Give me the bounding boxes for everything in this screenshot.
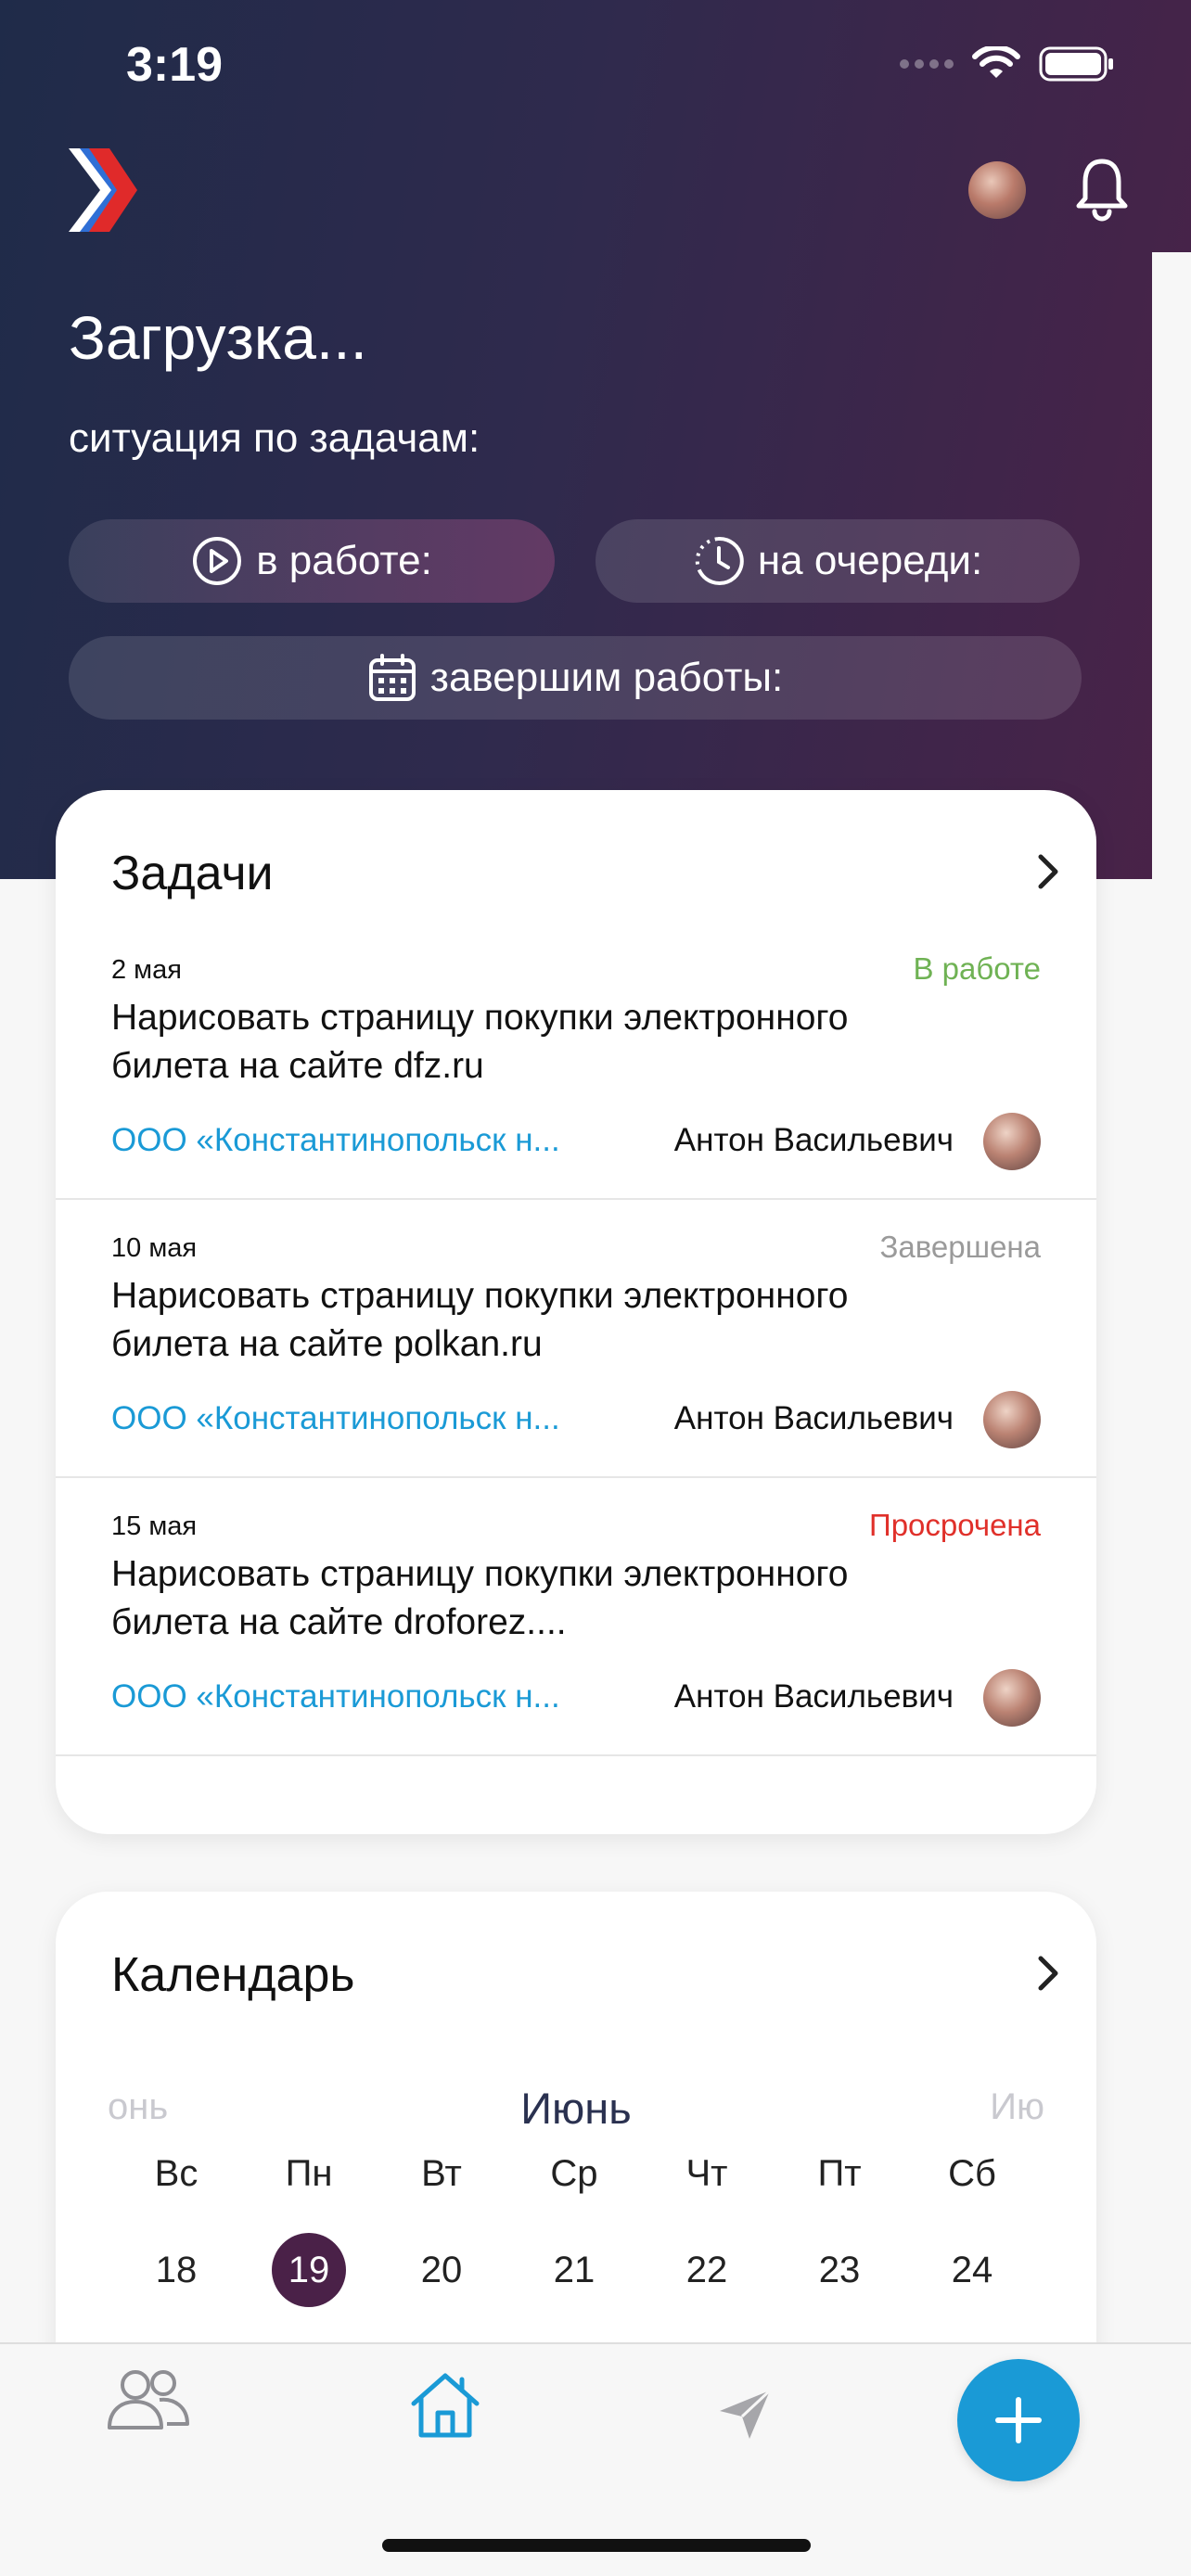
add-button[interactable] (957, 2359, 1080, 2481)
people-icon[interactable] (106, 2368, 191, 2431)
task-date: 10 мая (111, 1233, 198, 1263)
calendar-month-next[interactable]: Ию (990, 2086, 1044, 2128)
status-icons (900, 46, 1115, 82)
clock-icon (695, 536, 744, 585)
tasks-card: Задачи 2 мая В работе Нарисовать страниц… (56, 790, 1096, 1834)
hero-edge (1152, 252, 1191, 879)
weekday-label: Сб (948, 2153, 996, 2194)
page-title: Загрузка... (69, 303, 367, 372)
play-circle-icon (193, 537, 242, 585)
page-subtitle: ситуация по задачам: (69, 415, 480, 461)
calendar-day[interactable]: 21 (528, 2233, 621, 2307)
task-company-link[interactable]: ООО «Константинопольск н... (111, 1400, 612, 1437)
chevron-right-icon[interactable] (1035, 851, 1061, 892)
calendar-day-selected[interactable]: 19 (263, 2233, 355, 2307)
bell-icon[interactable] (1074, 156, 1130, 223)
task-date: 2 мая (111, 955, 182, 985)
weekday-label: Ср (550, 2153, 598, 2194)
in-queue-pill[interactable]: на очереди: (596, 519, 1080, 603)
task-item[interactable]: 10 мая Завершена Нарисовать страницу пок… (56, 1200, 1096, 1478)
signal-icon (900, 59, 954, 69)
task-status-badge: В работе (913, 951, 1041, 986)
task-assignee: Антон Васильевич (673, 1678, 954, 1715)
in-work-pill[interactable]: в работе: (69, 519, 555, 603)
plus-icon (995, 2397, 1042, 2443)
task-status-badge: Завершена (879, 1230, 1041, 1264)
weekday-label: Чт (685, 2153, 728, 2194)
calendar-day[interactable]: 20 (395, 2233, 488, 2307)
weekday-label: Пт (817, 2153, 862, 2194)
assignee-avatar (983, 1669, 1041, 1727)
send-icon[interactable] (716, 2387, 774, 2442)
tasks-title[interactable]: Задачи (111, 846, 274, 901)
task-title: Нарисовать страницу покупки электронного… (111, 1276, 849, 1364)
task-company-link[interactable]: ООО «Константинопольск н... (111, 1122, 612, 1159)
weekday-label: Вс (154, 2153, 198, 2194)
task-title: Нарисовать страницу покупки электронного… (111, 998, 849, 1086)
calendar-title[interactable]: Календарь (111, 1947, 354, 2003)
task-assignee: Антон Васильевич (673, 1400, 954, 1436)
task-title: Нарисовать страницу покупки электронного… (111, 1554, 849, 1642)
wifi-icon (972, 46, 1020, 78)
assignee-avatar (983, 1391, 1041, 1448)
task-date: 15 мая (111, 1511, 198, 1541)
weekday-label: Пн (285, 2153, 333, 2194)
task-company-link[interactable]: ООО «Константинопольск н... (111, 1678, 612, 1715)
battery-icon (1039, 46, 1113, 82)
calendar-month: Июнь (520, 2084, 632, 2133)
calendar-day[interactable]: 23 (793, 2233, 886, 2307)
avatar[interactable] (968, 161, 1026, 219)
task-item[interactable]: 2 мая В работе Нарисовать страницу покуп… (56, 922, 1096, 1200)
weekday-label: Вт (421, 2153, 462, 2194)
task-status-badge: Просрочена (868, 1508, 1041, 1542)
task-item[interactable]: 15 мая Просрочена Нарисовать страницу по… (56, 1478, 1096, 1756)
home-icon[interactable] (408, 2370, 482, 2439)
finish-work-pill[interactable]: завершим работы: (69, 636, 1082, 720)
finish-work-label: завершим работы: (429, 655, 784, 700)
in-queue-label: на очереди: (757, 538, 983, 583)
chevron-right-icon[interactable] (1035, 1953, 1061, 1994)
calendar-icon (368, 654, 416, 701)
calendar-day[interactable]: 18 (130, 2233, 223, 2307)
status-time: 3:19 (126, 38, 224, 92)
calendar-month-prev[interactable]: онь (108, 2086, 168, 2128)
logo-chevron-icon[interactable] (67, 147, 137, 234)
in-work-label: в работе: (256, 538, 432, 583)
home-indicator (382, 2539, 811, 2552)
calendar-day[interactable]: 24 (926, 2233, 1018, 2307)
calendar-day[interactable]: 22 (660, 2233, 753, 2307)
assignee-avatar (983, 1113, 1041, 1170)
task-assignee: Антон Васильевич (673, 1122, 954, 1158)
